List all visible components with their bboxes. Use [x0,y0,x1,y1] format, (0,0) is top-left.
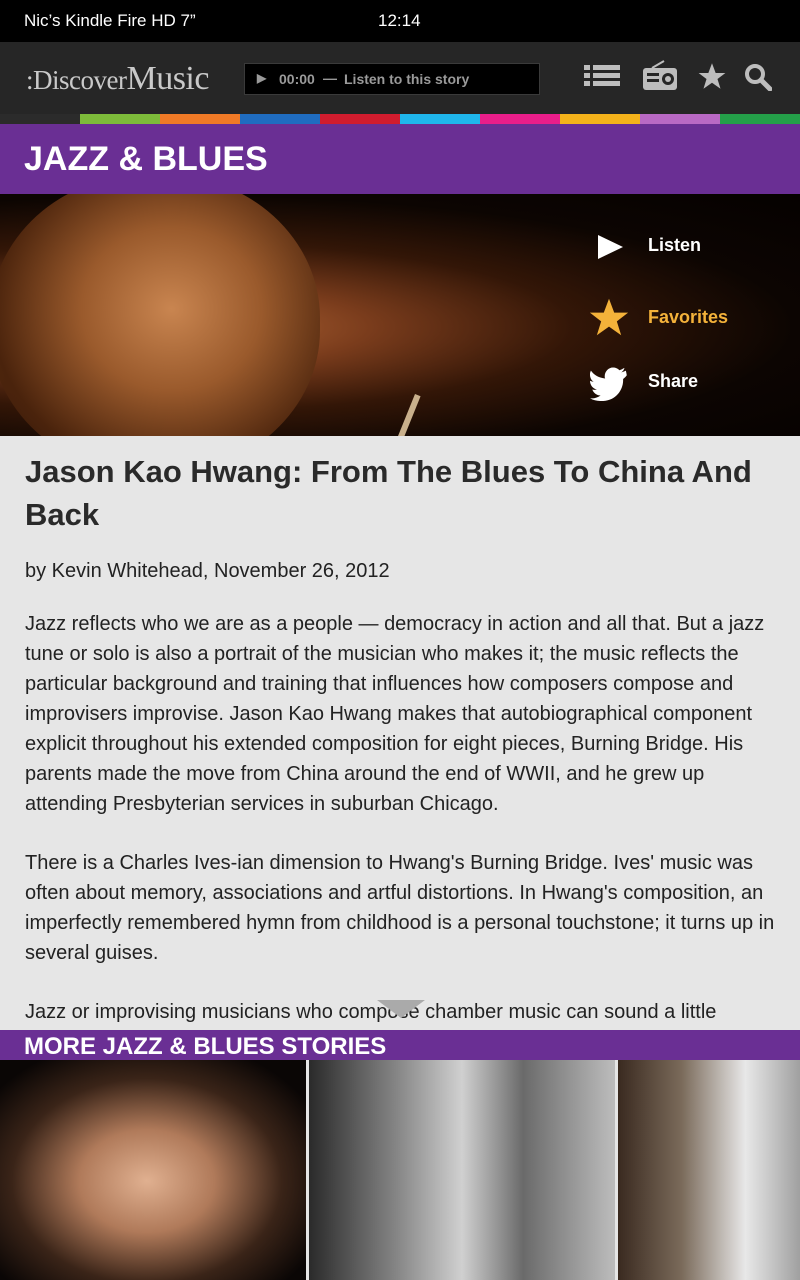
story-thumbnail[interactable] [309,1060,615,1280]
more-stories-title: MORE JAZZ & BLUES STORIES [24,1033,387,1060]
more-stories-bar[interactable]: MORE JAZZ & BLUES STORIES [0,1030,800,1060]
more-stories-carousel[interactable] [0,1060,800,1280]
expand-handle[interactable] [377,1000,425,1018]
story-thumbnail[interactable] [0,1060,306,1280]
article-title: Jason Kao Hwang: From The Blues To China… [25,454,752,532]
article-byline: by Kevin Whitehead, November 26, 2012 [25,560,390,582]
story-thumbnail[interactable] [618,1060,800,1280]
article-paragraph: There is a Charles Ives-ian dimension to… [25,852,775,964]
article-viewport[interactable]: Jason Kao Hwang: From The Blues To China… [0,0,800,1030]
article-paragraph: Jazz reflects who we are as a people — d… [25,613,765,815]
article: Jason Kao Hwang: From The Blues To China… [25,450,777,1027]
